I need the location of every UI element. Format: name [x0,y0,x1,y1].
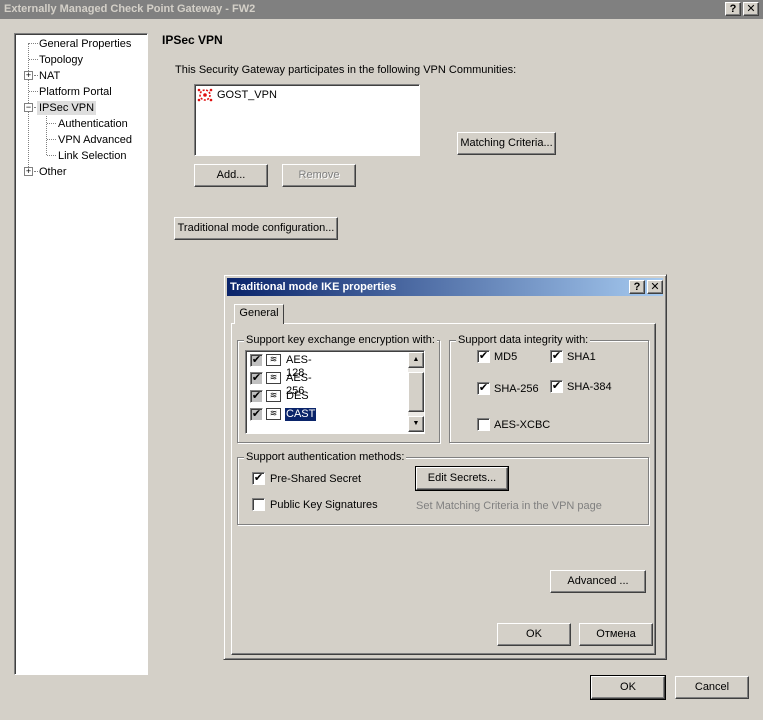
traditional-mode-configuration-button[interactable]: Traditional mode configuration... [174,217,338,240]
aes-xcbc-label: AES-XCBC [494,419,551,431]
checkbox[interactable]: ✔ [250,408,263,421]
checkbox[interactable]: ✔ [250,354,263,367]
dialog-close-button[interactable]: ✕ [647,280,663,294]
add-button[interactable]: Add... [194,164,268,187]
md5-label: MD5 [494,351,518,363]
matching-criteria-button[interactable]: Matching Criteria... [457,132,556,155]
aes-xcbc-checkbox[interactable] [477,418,490,431]
navigation-tree[interactable]: General Properties Topology + NAT Platfo… [14,33,148,675]
scroll-down-icon[interactable]: ▼ [408,416,424,432]
page-title: IPSec VPN [162,33,223,47]
encryption-icon: ≋ [266,408,281,420]
community-item[interactable]: GOST_VPN [217,89,277,102]
dialog-cancel-button[interactable]: Отмена [579,623,653,646]
public-key-signatures-checkbox[interactable] [252,498,265,511]
help-button[interactable]: ? [725,2,741,16]
tree-item-link-selection[interactable]: Link Selection [58,149,127,163]
window-title: Externally Managed Check Point Gateway -… [4,3,256,15]
communities-list[interactable]: GOST_VPN [194,84,420,156]
general-tab-panel: Support key exchange encryption with: ✔ … [231,323,656,655]
integrity-label: Support data integrity with: [456,334,591,346]
ok-button[interactable]: OK [590,675,666,700]
matching-criteria-hint: Set Matching Criteria in the VPN page [416,500,602,512]
tab-general[interactable]: General [234,304,284,324]
dialog-ok-button[interactable]: OK [497,623,571,646]
encryption-icon: ≋ [266,354,281,366]
sha384-label: SHA-384 [567,381,612,393]
encryption-list[interactable]: ✔ ≋ AES-128 ✔ ≋ AES-256 ✔ ≋ DES ✔ ≋ CAST… [245,350,425,434]
encryption-label: CAST [283,407,318,422]
tree-item-authentication[interactable]: Authentication [58,117,128,131]
pre-shared-secret-checkbox[interactable]: ✔ [252,472,265,485]
tree-item-platform-portal[interactable]: Platform Portal [39,85,112,99]
edit-secrets-button[interactable]: Edit Secrets... [415,466,509,491]
sha1-label: SHA1 [567,351,596,363]
advanced-button[interactable]: Advanced ... [550,570,646,593]
md5-checkbox[interactable]: ✔ [477,350,490,363]
remove-button[interactable]: Remove [282,164,356,187]
scroll-up-icon[interactable]: ▲ [408,352,424,368]
key-exchange-label: Support key exchange encryption with: [244,334,437,346]
pre-shared-secret-label: Pre-Shared Secret [270,473,362,485]
vpn-community-icon [197,88,213,102]
encryption-label: DES [286,390,309,402]
tree-item-nat[interactable]: NAT [39,69,60,83]
cancel-button[interactable]: Cancel [675,676,749,699]
scrollbar-thumb[interactable] [408,372,424,412]
close-button[interactable]: ✕ [743,2,759,16]
tree-item-ipsec-vpn[interactable]: IPSec VPN [37,101,97,115]
sha1-checkbox[interactable]: ✔ [550,350,563,363]
dialog-title-bar: Traditional mode IKE properties [227,278,663,296]
encryption-icon: ≋ [266,390,281,402]
collapse-ipsec-vpn-icon[interactable]: − [24,103,33,112]
expand-other-icon[interactable]: + [24,167,33,176]
ike-properties-dialog: Traditional mode IKE properties ? ✕ Gene… [223,274,667,660]
window-title-bar: Externally Managed Check Point Gateway -… [0,0,763,19]
checkbox[interactable]: ✔ [250,390,263,403]
checkbox[interactable]: ✔ [250,372,263,385]
tree-item-general-properties[interactable]: General Properties [39,37,131,51]
tree-item-vpn-advanced[interactable]: VPN Advanced [58,133,132,147]
tree-item-topology[interactable]: Topology [39,53,83,67]
sha256-checkbox[interactable]: ✔ [477,382,490,395]
sha256-label: SHA-256 [494,383,539,395]
communities-label: This Security Gateway participates in th… [175,64,517,76]
dialog-title: Traditional mode IKE properties [230,281,397,293]
public-key-signatures-label: Public Key Signatures [270,499,378,511]
sha384-checkbox[interactable]: ✔ [550,380,563,393]
tree-item-other[interactable]: Other [39,165,67,179]
encryption-icon: ≋ [266,372,281,384]
expand-nat-icon[interactable]: + [24,71,33,80]
auth-methods-label: Support authentication methods: [244,451,407,463]
dialog-help-button[interactable]: ? [629,280,645,294]
